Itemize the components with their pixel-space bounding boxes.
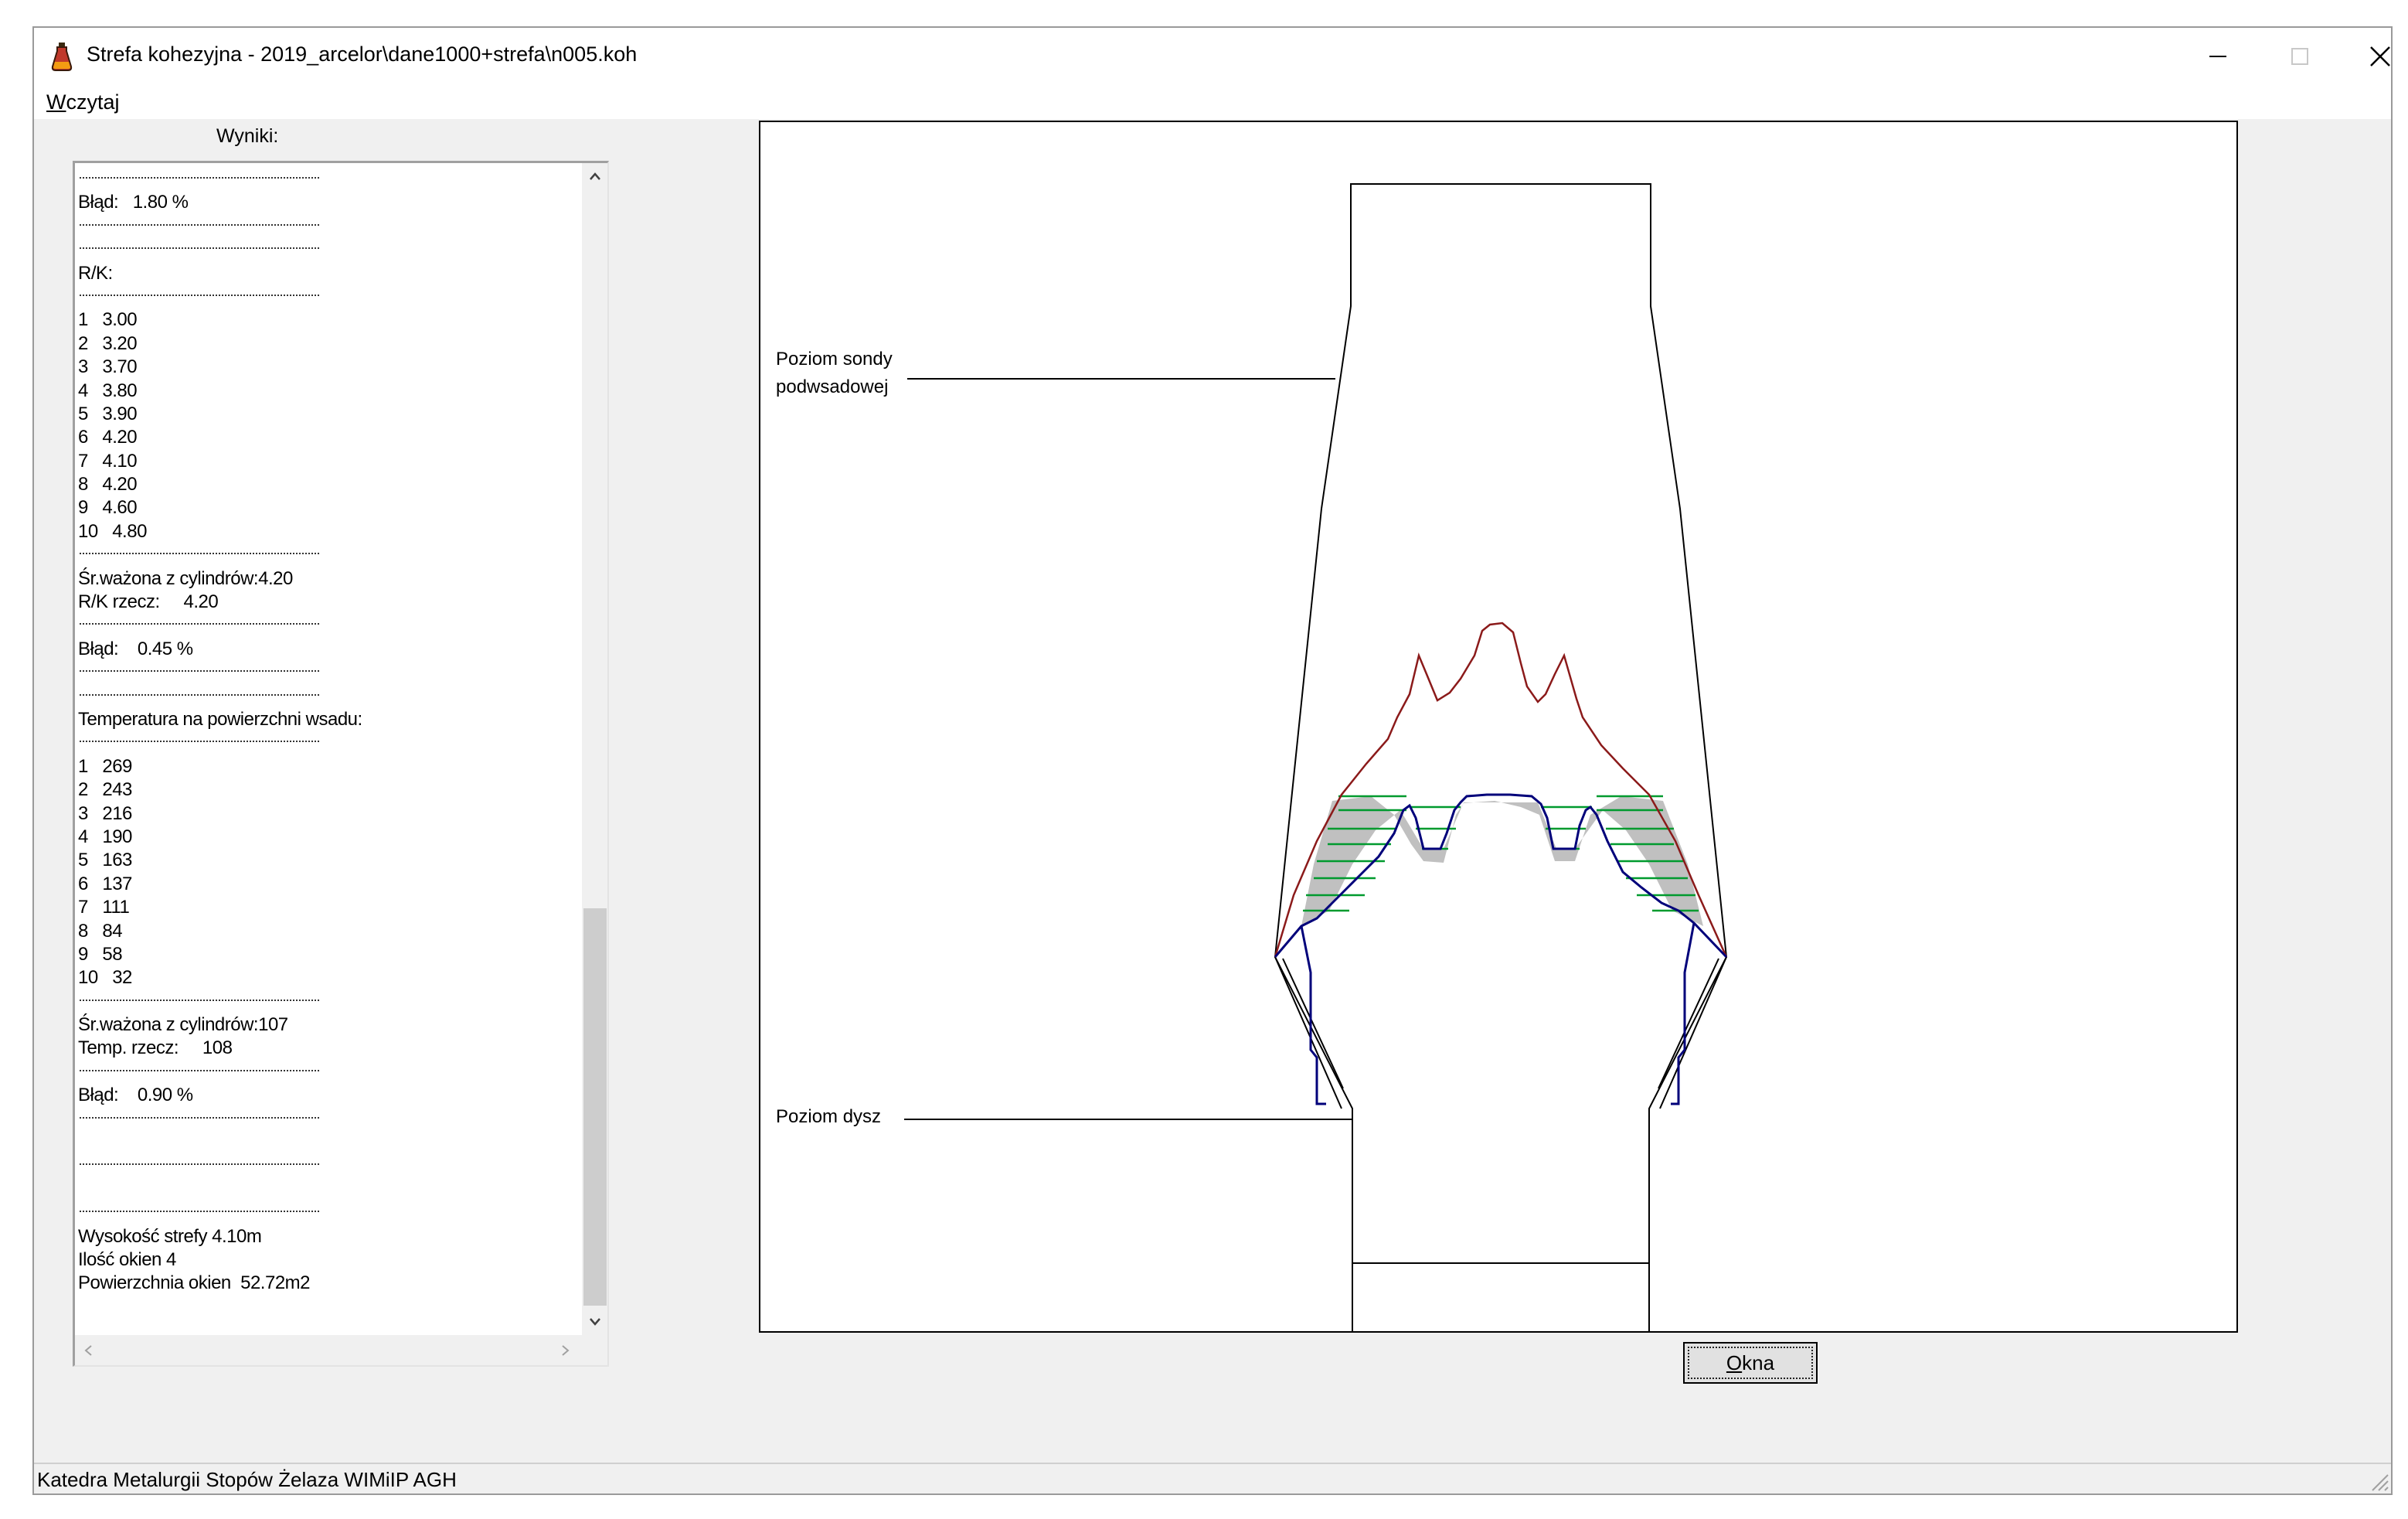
results-line: 7 111 [78, 897, 130, 918]
maximize-icon [2291, 48, 2308, 65]
results-textbox[interactable]: Błąd: 1.80 % R/K: 1 3.00 2 3.20 3 3.70 4 3.80… [73, 161, 609, 1367]
app-flask-icon [51, 43, 73, 71]
scroll-left-button[interactable] [75, 1335, 101, 1365]
results-line: 10 4.80 [78, 520, 147, 542]
okna-button-accel: O [1726, 1350, 1743, 1374]
tuyere-level-label: Poziom dysz [776, 1106, 881, 1127]
results-line: R/K rzecz: 4.20 [78, 591, 219, 613]
results-separator [78, 168, 549, 191]
results-line: Błąd: 0.45 % [78, 638, 193, 659]
furnace-drawing: Poziom sondy podwsadowej Poziom dysz [776, 183, 1728, 1331]
vertical-scrollbar[interactable] [582, 163, 607, 1335]
minimize-icon [2209, 56, 2226, 57]
results-line [78, 1178, 549, 1201]
results-separator [78, 990, 549, 1013]
results-separator [78, 685, 549, 708]
results-line: 3 3.70 [78, 356, 138, 378]
maximize-button[interactable] [2260, 28, 2340, 85]
close-button[interactable] [2340, 28, 2408, 85]
results-line: 2 243 [78, 779, 132, 801]
furnace-drawing-panel: Poziom sondy podwsadowej Poziom dysz [759, 121, 2238, 1333]
results-separator [78, 1061, 549, 1084]
scroll-down-button[interactable] [582, 1309, 607, 1335]
results-line: Śr.ważona z cylindrów:107 [78, 1014, 288, 1036]
status-text: Katedra Metalurgii Stopów Żelaza WIMiIP … [37, 1468, 457, 1491]
menu-item-wczytaj-accel: W [46, 90, 66, 114]
okna-button-label: kna [1742, 1350, 1775, 1374]
menu-bar: Wczytaj [34, 85, 2391, 119]
results-line: 1 3.00 [78, 309, 138, 331]
results-line: 3 216 [78, 802, 132, 824]
results-line: 1 269 [78, 755, 132, 777]
results-line: Wysokość strefy 4.10m [78, 1225, 262, 1247]
scroll-up-button[interactable] [582, 163, 607, 189]
scroll-right-button[interactable] [553, 1335, 579, 1365]
results-line: 4 190 [78, 826, 132, 847]
horizontal-scrollbar[interactable] [75, 1335, 582, 1365]
chevron-right-icon [562, 1345, 570, 1356]
chevron-down-icon [590, 1318, 600, 1326]
results-line: 8 4.20 [78, 474, 138, 496]
results-line: 10 32 [78, 967, 132, 989]
probe-level-label-line1: Poziom sondy [776, 349, 893, 370]
results-line [78, 1131, 549, 1154]
okna-button[interactable]: Okna [1683, 1342, 1818, 1384]
upper-boundary-line [1274, 622, 1728, 958]
window-title: Strefa kohezyjna - 2019_arcelor\dane1000… [87, 43, 638, 66]
results-separator [78, 1201, 549, 1224]
results-separator [78, 1154, 549, 1177]
title-bar[interactable]: Strefa kohezyjna - 2019_arcelor\dane1000… [34, 28, 2391, 85]
results-separator [78, 661, 549, 684]
results-line: Błąd: 0.90 % [78, 1085, 193, 1106]
results-separator [78, 731, 549, 754]
results-content: Błąd: 1.80 % R/K: 1 3.00 2 3.20 3 3.70 4 3.80… [78, 168, 549, 1327]
results-line: 7 4.10 [78, 450, 138, 472]
results-line: 6 137 [78, 873, 132, 894]
results-line: Temp. rzecz: 108 [78, 1037, 233, 1059]
results-separator [78, 215, 549, 238]
menu-item-wczytaj-label: czytaj [66, 90, 120, 114]
menu-item-wczytaj[interactable]: Wczytaj [46, 90, 120, 114]
results-line: 9 4.60 [78, 497, 138, 519]
results-line: Śr.ważona z cylindrów:4.20 [78, 567, 293, 589]
results-separator [78, 1108, 549, 1131]
results-line: R/K: [78, 262, 113, 284]
furnace-outline [1274, 183, 1728, 1331]
chevron-up-icon [590, 172, 600, 180]
chevron-left-icon [84, 1345, 92, 1356]
results-line: 5 163 [78, 850, 132, 871]
status-bar: Katedra Metalurgii Stopów Żelaza WIMiIP … [34, 1463, 2391, 1493]
results-separator [78, 614, 549, 637]
close-icon [2370, 46, 2390, 66]
results-line: Temperatura na powierzchni wsadu: [78, 708, 362, 730]
resize-grip-icon[interactable] [2366, 1469, 2389, 1492]
results-separator [78, 238, 549, 261]
results-line: Powierzchnia okien 52.72m2 [78, 1272, 311, 1294]
results-line: 5 3.90 [78, 403, 138, 424]
results-line: 9 58 [78, 943, 123, 965]
probe-level-label-line2: podwsadowej [776, 376, 888, 397]
results-line: 6 4.20 [78, 427, 138, 448]
results-label: Wyniki: [216, 125, 279, 147]
results-separator [78, 543, 549, 567]
results-line: 4 3.80 [78, 380, 138, 401]
results-line: Błąd: 1.80 % [78, 192, 189, 213]
results-line: Ilość okien 4 [78, 1248, 176, 1270]
app-window: Strefa kohezyjna - 2019_arcelor\dane1000… [32, 26, 2393, 1495]
results-separator [78, 285, 549, 308]
minimize-button[interactable] [2178, 28, 2258, 85]
scroll-corner [582, 1335, 607, 1365]
results-line: 2 3.20 [78, 332, 138, 354]
results-line: 8 84 [78, 920, 123, 942]
vertical-scroll-thumb[interactable] [583, 908, 607, 1306]
